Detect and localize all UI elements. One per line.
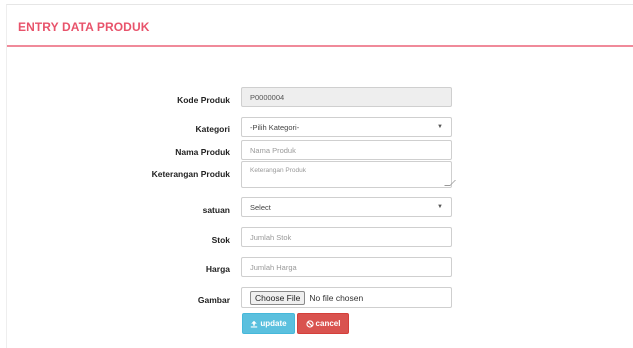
kategori-value: -Pilih Kategori- <box>250 122 300 132</box>
satuan-value: Select <box>250 202 271 212</box>
update-button[interactable]: update <box>242 313 295 334</box>
harga-label: Harga <box>205 264 230 274</box>
keterangan-produk-label: Keterangan Produk <box>151 169 230 179</box>
nama-produk-label: Nama Produk <box>175 147 230 157</box>
stok-label: Stok <box>211 235 230 245</box>
chevron-down-icon: ▼ <box>437 124 443 130</box>
gambar-label: Gambar <box>197 295 230 305</box>
title-divider <box>7 45 633 47</box>
choose-file-button[interactable]: Choose File <box>250 290 306 305</box>
gambar-file-input[interactable]: Choose File No file chosen <box>241 287 452 308</box>
page-title: ENTRY DATA PRODUK <box>18 20 150 34</box>
kategori-select[interactable]: -Pilih Kategori- ▼ <box>241 117 452 137</box>
file-status: No file chosen <box>309 292 364 303</box>
harga-placeholder: Jumlah Harga <box>250 262 297 272</box>
satuan-label: satuan <box>202 205 230 215</box>
stok-input[interactable]: Jumlah Stok <box>241 227 452 247</box>
cancel-label: cancel <box>315 319 341 328</box>
nama-produk-placeholder: Nama Produk <box>250 145 296 155</box>
harga-input[interactable]: Jumlah Harga <box>241 257 452 277</box>
stok-placeholder: Jumlah Stok <box>250 232 292 242</box>
kode-produk-field[interactable]: P0000004 <box>241 87 452 107</box>
satuan-select[interactable]: Select ▼ <box>241 197 452 217</box>
kode-produk-label: Kode Produk <box>177 95 230 105</box>
nama-produk-input[interactable]: Nama Produk <box>241 140 452 160</box>
ban-icon <box>305 319 314 328</box>
keterangan-produk-placeholder: Keterangan Produk <box>250 167 307 174</box>
upload-icon <box>251 320 258 328</box>
kategori-label: Kategori <box>195 124 230 134</box>
chevron-down-icon: ▼ <box>437 204 443 210</box>
cancel-button[interactable]: cancel <box>297 313 349 334</box>
update-label: update <box>260 319 287 328</box>
keterangan-produk-textarea[interactable]: Keterangan Produk <box>241 161 456 188</box>
kode-produk-value: P0000004 <box>250 92 285 102</box>
